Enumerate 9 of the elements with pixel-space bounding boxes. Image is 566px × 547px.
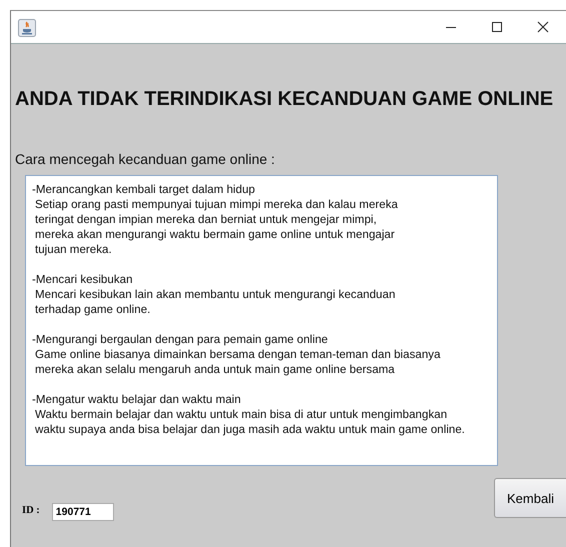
prompt-label: Cara mencegah kecanduan game online : — [15, 151, 276, 167]
tips-text-area[interactable]: -Merancangkan kembali target dalam hidup Setiap orang pasti mempunyai tujuan mimpi mereka dan kalau mereka teringat dengan impian mereka dan berniat untuk mengejar mimpi, mereka akan mengurangi waktu bermain game online untuk mengajar tujuan mereka. -Mencari kesibukan Mencari kesibukan lain akan membantu untuk mengurangi kecanduan terhadap game online. -Mengurangi bergaulan dengan para pemain game online Game online biasanya dimainkan bersama dengan teman-teman dan biasanya mereka akan selalu mengaruh anda untuk main game online bersama -Mengatur waktu belajar dan waktu main Waktu bermain belajar dan waktu untuk main bisa di atur untuk mengimbangkan waktu supaya anda bisa belajar dan juga masih ada waktu untuk main game online. — [25, 175, 498, 466]
close-icon[interactable] — [537, 21, 549, 33]
result-heading: ANDA TIDAK TERINDIKASI KECANDUAN GAME ONLINE — [15, 88, 554, 111]
app-icon — [18, 19, 36, 37]
id-label: ID : — [22, 505, 40, 516]
back-button[interactable]: Kembali — [494, 478, 566, 518]
id-field[interactable]: 190771 — [52, 503, 114, 521]
maximize-icon[interactable] — [491, 21, 503, 33]
